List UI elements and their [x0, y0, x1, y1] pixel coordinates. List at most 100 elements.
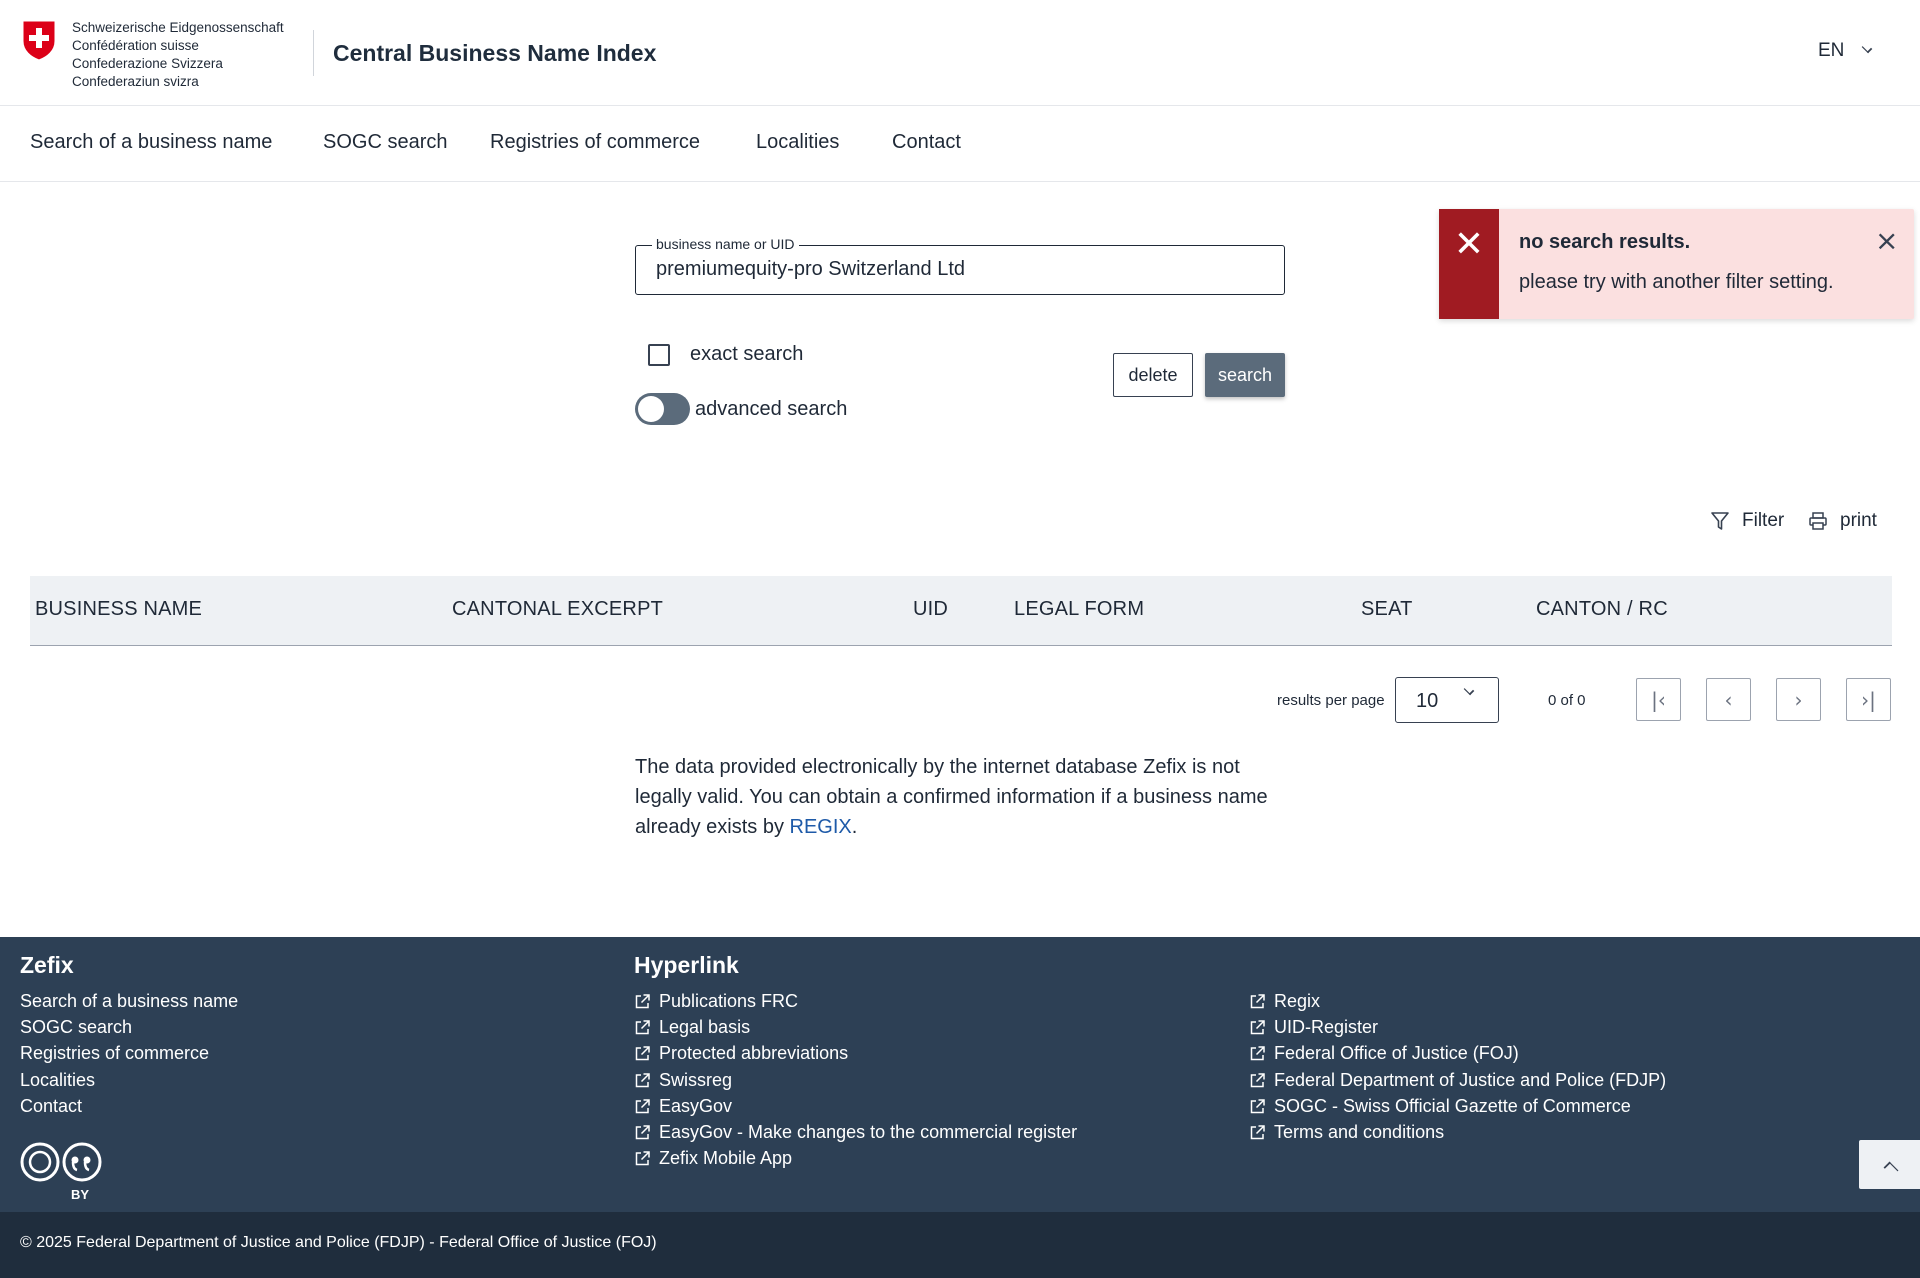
footer-hyperlink-item[interactable]: EasyGov - Make changes to the commercial…	[634, 1122, 1077, 1143]
column-header-canton-rc[interactable]: CANTON / RC	[1536, 598, 1668, 621]
no-results-alert: ✕ no search results. please try with ano…	[1439, 209, 1914, 319]
swiss-coat-of-arms-logo[interactable]	[21, 19, 57, 61]
footer-heading-hyperlink: Hyperlink	[634, 952, 739, 978]
filter-icon	[1711, 512, 1729, 530]
column-header-legal-form[interactable]: LEGAL FORM	[1014, 598, 1144, 621]
footer-heading-zefix: Zefix	[20, 952, 74, 978]
toggle-knob	[638, 396, 664, 422]
footer-link-label: EasyGov - Make changes to the commercial…	[659, 1122, 1078, 1142]
external-link-icon	[635, 1099, 650, 1114]
last-page-icon: ›|	[1861, 687, 1876, 712]
results-per-page-select[interactable]: 10	[1395, 677, 1499, 723]
footer-hyperlink-item[interactable]: EasyGov	[634, 1096, 732, 1117]
printer-icon	[1809, 512, 1827, 530]
footer-link-sogc-search[interactable]: SOGC search	[20, 1017, 132, 1038]
business-name-input[interactable]	[656, 258, 1256, 281]
footer-link-label: Protected abbreviations	[659, 1043, 849, 1063]
nav-item-localities[interactable]: Localities	[756, 131, 839, 154]
nav-item-search-business-name[interactable]: Search of a business name	[30, 131, 272, 154]
confederation-line-de: Schweizerische Eidgenossenschaft	[72, 20, 284, 35]
copyright-text: © 2025 Federal Department of Justice and…	[20, 1234, 657, 1251]
first-page-icon: |‹	[1651, 687, 1666, 712]
alert-title: no search results.	[1519, 231, 1691, 253]
exact-search-checkbox[interactable]	[648, 344, 670, 366]
footer-hyperlink-item[interactable]: UID-Register	[1249, 1017, 1378, 1038]
column-header-business-name[interactable]: BUSINESS NAME	[35, 598, 202, 621]
results-per-page-value: 10	[1416, 690, 1439, 712]
language-selector[interactable]: EN	[1818, 40, 1873, 62]
site-header: Schweizerische Eidgenossenschaft Confédé…	[0, 0, 1920, 106]
external-link-icon	[635, 1125, 650, 1140]
footer-hyperlink-item[interactable]: Legal basis	[634, 1017, 750, 1038]
print-label: print	[1840, 510, 1877, 531]
chevron-right-icon: ›	[1794, 687, 1803, 712]
confederation-line-rm: Confederaziun svizra	[72, 74, 199, 89]
previous-page-button[interactable]: ‹	[1706, 678, 1751, 721]
footer-link-label: Federal Department of Justice and Police…	[1274, 1070, 1667, 1090]
next-page-button[interactable]: ›	[1776, 678, 1821, 721]
legal-disclaimer: The data provided electronically by the …	[635, 752, 1295, 842]
footer-hyperlink-item[interactable]: Terms and conditions	[1249, 1122, 1444, 1143]
page-info: 0 of 0	[1548, 692, 1586, 709]
footer-link-label: Terms and conditions	[1274, 1122, 1445, 1142]
footer-link-localities[interactable]: Localities	[20, 1070, 95, 1091]
external-link-icon	[1250, 1073, 1265, 1088]
column-header-seat[interactable]: SEAT	[1361, 598, 1413, 621]
first-page-button[interactable]: |‹	[1636, 678, 1681, 721]
footer-hyperlink-item[interactable]: Zefix Mobile App	[634, 1148, 792, 1169]
app-title[interactable]: Central Business Name Index	[333, 40, 656, 67]
footer-link-label: Swissreg	[659, 1070, 733, 1090]
business-name-field: business name or UID	[635, 236, 1285, 295]
header-divider	[313, 30, 314, 76]
footer-link-registries-of-commerce[interactable]: Registries of commerce	[20, 1043, 209, 1064]
cc-by-label: BY	[71, 1187, 90, 1202]
footer-hyperlink-item[interactable]: Swissreg	[634, 1070, 732, 1091]
print-button[interactable]: print	[1808, 510, 1877, 532]
external-link-icon	[635, 1151, 650, 1166]
language-label: EN	[1818, 40, 1845, 61]
alert-message: please try with another filter setting.	[1519, 271, 1834, 293]
external-link-icon	[1250, 994, 1265, 1009]
results-per-page-label: results per page	[1277, 692, 1385, 709]
nav-item-sogc-search[interactable]: SOGC search	[323, 131, 447, 154]
external-link-icon	[1250, 1099, 1265, 1114]
advanced-search-toggle[interactable]	[635, 393, 690, 425]
filter-button[interactable]: Filter	[1710, 510, 1784, 532]
footer-hyperlink-item[interactable]: Publications FRC	[634, 991, 798, 1012]
last-page-button[interactable]: ›|	[1846, 678, 1891, 721]
footer-hyperlink-item[interactable]: Federal Department of Justice and Police…	[1249, 1070, 1666, 1091]
footer-hyperlink-item[interactable]: Regix	[1249, 991, 1320, 1012]
confederation-line-it: Confederazione Svizzera	[72, 56, 223, 71]
regix-link[interactable]: REGIX	[790, 816, 852, 838]
site-footer: Zefix Search of a business name SOGC sea…	[0, 937, 1920, 1212]
column-header-cantonal-excerpt[interactable]: CANTONAL EXCERPT	[452, 598, 663, 621]
search-button[interactable]: search	[1205, 353, 1285, 397]
advanced-search-label[interactable]: advanced search	[695, 398, 847, 421]
filter-label: Filter	[1742, 510, 1785, 531]
close-icon[interactable]: ×	[1875, 227, 1898, 255]
footer-link-label: UID-Register	[1274, 1017, 1379, 1037]
confederation-line-fr: Confédération suisse	[72, 38, 199, 53]
delete-button[interactable]: delete	[1113, 353, 1193, 397]
alert-error-stripe: ✕	[1439, 209, 1499, 319]
column-header-uid[interactable]: UID	[913, 598, 948, 621]
footer-hyperlink-item[interactable]: SOGC - Swiss Official Gazette of Commerc…	[1249, 1096, 1631, 1117]
external-link-icon	[635, 994, 650, 1009]
nav-item-registries-of-commerce[interactable]: Registries of commerce	[490, 131, 700, 154]
nav-item-contact[interactable]: Contact	[892, 131, 961, 154]
footer-link-contact[interactable]: Contact	[20, 1096, 82, 1117]
chevron-down-icon	[1862, 42, 1873, 54]
external-link-icon	[1250, 1020, 1265, 1035]
business-name-field-label: business name or UID	[652, 236, 799, 252]
scroll-to-top-button[interactable]	[1859, 1140, 1920, 1189]
footer-link-label: EasyGov	[659, 1096, 733, 1116]
exact-search-label[interactable]: exact search	[690, 343, 803, 366]
footer-link-label: SOGC - Swiss Official Gazette of Commerc…	[1274, 1096, 1631, 1116]
external-link-icon	[635, 1046, 650, 1061]
results-table-header: BUSINESS NAME CANTONAL EXCERPT UID LEGAL…	[30, 576, 1892, 646]
footer-hyperlink-item[interactable]: Federal Office of Justice (FOJ)	[1249, 1043, 1519, 1064]
footer-hyperlink-item[interactable]: Protected abbreviations	[634, 1043, 848, 1064]
footer-link-label: Federal Office of Justice (FOJ)	[1274, 1043, 1519, 1063]
footer-link-search-business-name[interactable]: Search of a business name	[20, 991, 238, 1012]
chevron-up-icon	[1883, 1161, 1898, 1176]
